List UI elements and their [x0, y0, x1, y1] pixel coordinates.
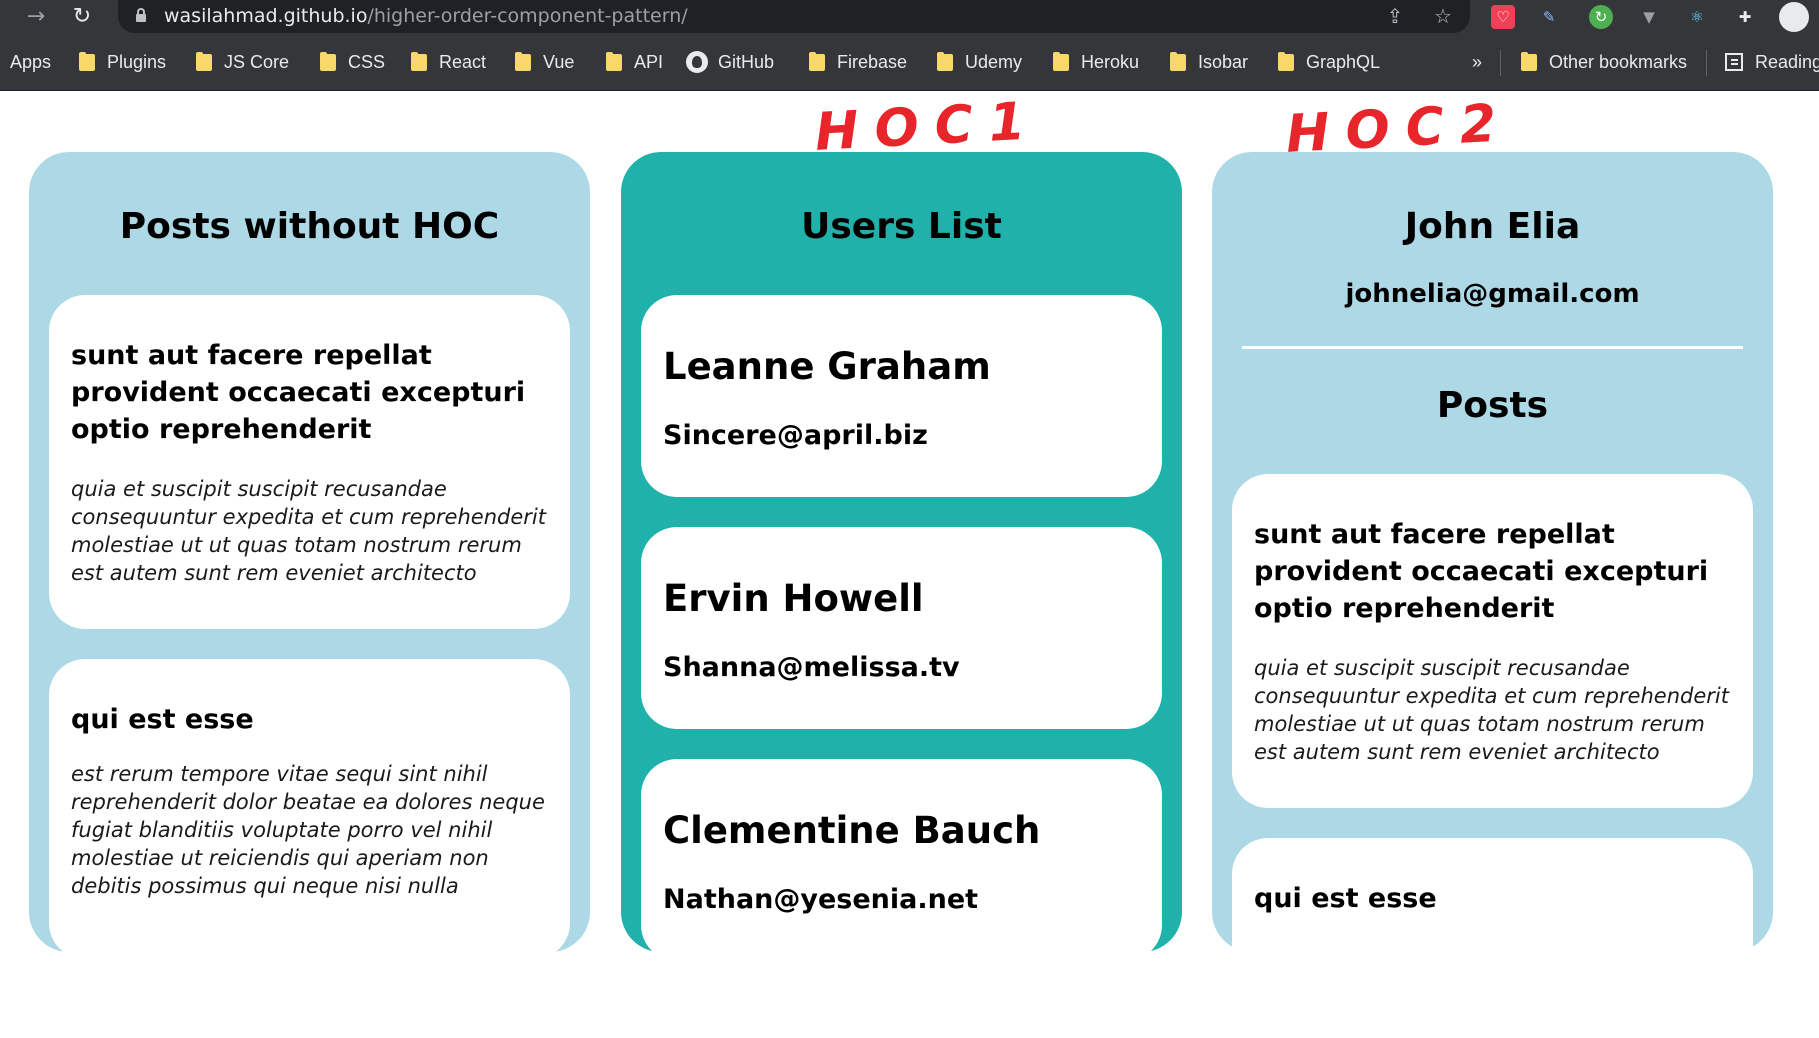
user-email: Sincere@april.biz: [663, 420, 928, 451]
post-card: sunt aut facere repellat provident occae…: [1232, 474, 1753, 808]
reading-list[interactable]: Reading: [1725, 49, 1819, 75]
address-bar[interactable]: wasilahmad.github.io/higher-order-compon…: [118, 0, 1470, 33]
reload-icon[interactable]: ↻: [68, 4, 96, 30]
folder-icon: [411, 51, 427, 71]
other-bookmarks[interactable]: Other bookmarks: [1521, 49, 1687, 75]
posts-heading: Posts: [1436, 385, 1549, 426]
post-title: sunt aut facere repellat provident occae…: [1254, 519, 1709, 624]
bookmark-label: GraphQL: [1306, 51, 1381, 72]
posts-without-hoc-panel: Posts without HOC sunt aut facere repell…: [29, 152, 590, 959]
bookmark-label: GitHub: [718, 51, 775, 72]
folder-icon: [606, 51, 622, 71]
lock-icon[interactable]: [136, 8, 146, 22]
bookmark-firebase[interactable]: Firebase: [809, 49, 907, 75]
vue-devtools-icon[interactable]: ▼: [1637, 5, 1661, 29]
user-card: Leanne Graham Sincere@april.biz: [641, 295, 1162, 497]
folder-icon: [1278, 51, 1294, 71]
github-icon: [686, 51, 708, 73]
bookmark-star-icon[interactable]: ☆: [1430, 3, 1456, 29]
panel-title: Users List: [801, 206, 1002, 247]
post-title: qui est esse: [1254, 883, 1437, 914]
bookmark-separator: [1706, 50, 1707, 76]
post-body: est rerum tempore vitae sequi sint nihil…: [71, 762, 545, 898]
divider: [1242, 346, 1743, 349]
pen-extension-icon[interactable]: ✎: [1537, 5, 1561, 29]
forward-icon[interactable]: →: [22, 4, 50, 30]
pocket-extension-icon[interactable]: ♡: [1491, 5, 1515, 29]
post-title: sunt aut facere repellat provident occae…: [71, 340, 526, 445]
bookmark-label: JS Core: [224, 51, 290, 72]
bookmark-css[interactable]: CSS: [320, 49, 385, 75]
folder-icon: [1521, 51, 1537, 71]
bookmark-label: Vue: [543, 51, 575, 72]
folder-icon: [1170, 51, 1186, 71]
bookmark-label: Firebase: [837, 51, 908, 72]
overflow-icon: »: [1472, 51, 1483, 72]
folder-icon: [196, 51, 212, 71]
user-name: Leanne Graham: [663, 345, 991, 388]
bookmark-js-core[interactable]: JS Core: [196, 49, 289, 75]
user-name: Ervin Howell: [663, 577, 924, 620]
bookmark-label: Plugins: [107, 51, 167, 72]
bookmark-heroku[interactable]: Heroku: [1053, 49, 1139, 75]
bookmark-label: Heroku: [1081, 51, 1140, 72]
bookmark-label: Udemy: [965, 51, 1023, 72]
bookmark-apps[interactable]: Apps: [10, 49, 51, 75]
profile-name: John Elia: [1404, 206, 1581, 247]
profile-avatar[interactable]: [1779, 2, 1809, 32]
user-name: Clementine Bauch: [663, 809, 1041, 852]
share-icon[interactable]: ⇪: [1382, 3, 1408, 29]
post-card: qui est esse: [1232, 838, 1753, 1038]
url-path: /higher-order-component-pattern/: [367, 5, 688, 27]
post-card: sunt aut facere repellat provident occae…: [49, 295, 570, 629]
post-card: qui est esse est rerum tempore vitae seq…: [49, 659, 570, 959]
bookmark-vue[interactable]: Vue: [515, 49, 574, 75]
bookmark-label: Isobar: [1198, 51, 1249, 72]
post-body: quia et suscipit suscipit recusandae con…: [71, 477, 546, 585]
bookmarks-bar: Apps Plugins JS Core CSS React Vue API G…: [0, 35, 1819, 91]
folder-icon: [515, 51, 531, 71]
bookmark-udemy[interactable]: Udemy: [937, 49, 1022, 75]
folder-icon: [1053, 51, 1069, 71]
profile-email: johnelia@gmail.com: [1345, 279, 1640, 309]
users-list-panel: Users List Leanne Graham Sincere@april.b…: [621, 152, 1182, 961]
bookmark-label: Apps: [10, 51, 52, 72]
user-email: Nathan@yesenia.net: [663, 884, 979, 915]
bookmark-react[interactable]: React: [411, 49, 486, 75]
user-card: Ervin Howell Shanna@melissa.tv: [641, 527, 1162, 729]
post-title: qui est esse: [71, 704, 254, 735]
folder-icon: [937, 51, 953, 71]
folder-icon: [79, 51, 95, 71]
bookmark-label: API: [634, 51, 664, 72]
bookmark-plugins[interactable]: Plugins: [79, 49, 166, 75]
url-text[interactable]: wasilahmad.github.io/higher-order-compon…: [164, 5, 688, 27]
extensions-puzzle-icon[interactable]: ✚: [1733, 5, 1757, 29]
post-body: quia et suscipit suscipit recusandae con…: [1254, 656, 1729, 764]
bookmark-api[interactable]: API: [606, 49, 663, 75]
user-email: Shanna@melissa.tv: [663, 652, 960, 683]
bookmark-github[interactable]: GitHub: [686, 49, 774, 75]
url-host: wasilahmad.github.io: [164, 5, 368, 27]
bookmark-label: Other bookmarks: [1549, 51, 1688, 72]
profile-posts-panel: John Elia johnelia@gmail.com Posts sunt …: [1212, 152, 1773, 1038]
bookmark-label: CSS: [348, 51, 386, 72]
panel-title: Posts without HOC: [119, 206, 500, 247]
reading-list-icon: [1725, 53, 1743, 71]
refresh-extension-icon[interactable]: ↻: [1589, 5, 1613, 29]
react-devtools-icon[interactable]: ⚛: [1685, 5, 1709, 29]
bookmark-separator: [1500, 50, 1501, 76]
bookmark-isobar[interactable]: Isobar: [1170, 49, 1248, 75]
bookmark-label: Reading: [1755, 51, 1819, 72]
browser-toolbar: → ↻ wasilahmad.github.io/higher-order-co…: [0, 0, 1819, 35]
bookmark-graphql[interactable]: GraphQL: [1278, 49, 1380, 75]
folder-icon: [320, 51, 336, 71]
bookmarks-overflow-chevron[interactable]: »: [1472, 49, 1482, 75]
folder-icon: [809, 51, 825, 71]
bookmark-label: React: [439, 51, 487, 72]
